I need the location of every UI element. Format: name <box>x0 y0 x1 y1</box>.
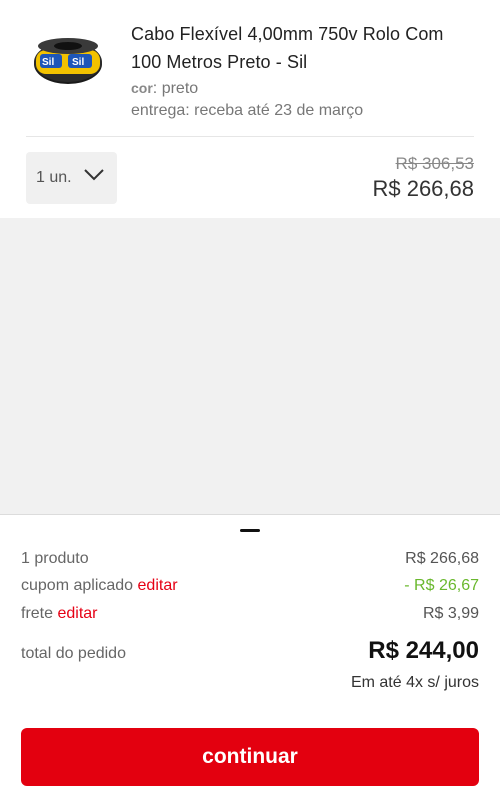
cable-roll-icon[interactable]: Sil Sil <box>30 32 106 92</box>
color-key: cor <box>131 80 153 96</box>
product-color: cor: preto <box>131 77 471 100</box>
delivery-estimate: entrega: receba até 23 de março <box>131 102 364 119</box>
products-label: 1 produto <box>21 550 89 567</box>
product-title[interactable]: Cabo Flexível 4,00mm 750v Rolo Com 100 M… <box>131 20 471 76</box>
edit-coupon-link[interactable]: editar <box>138 577 178 594</box>
chevron-down-icon <box>84 169 104 181</box>
coupon-value: - R$ 26,67 <box>404 577 479 594</box>
installments-note: Em até 4x s/ juros <box>350 674 479 691</box>
current-price: R$ 266,68 <box>372 176 474 201</box>
edit-shipping-link[interactable]: editar <box>57 605 97 622</box>
quantity-select[interactable]: 1 un. <box>26 152 117 204</box>
svg-text:Sil: Sil <box>42 57 54 68</box>
quantity-value: 1 un. <box>36 169 72 186</box>
summary-total-row: total do pedido R$ 244,00 <box>21 637 479 665</box>
color-value: : preto <box>152 80 199 97</box>
cart-item-card: Sil Sil Cabo Flexível 4,00mm 750v Rolo C… <box>0 0 500 218</box>
summary-shipping-row: frete editar R$ 3,99 <box>21 605 479 623</box>
coupon-label-group: cupom aplicado editar <box>21 577 178 595</box>
shipping-label-group: frete editar <box>21 605 98 623</box>
summary-coupon-row: cupom aplicado editar - R$ 26,67 <box>21 577 479 595</box>
drag-handle[interactable] <box>240 529 260 532</box>
shipping-label: frete <box>21 605 54 622</box>
original-price: R$ 306,53 <box>395 154 474 173</box>
coupon-label: cupom aplicado <box>21 577 134 594</box>
summary-products-row: 1 produto R$ 266,68 <box>21 550 479 568</box>
order-summary-panel: 1 produto R$ 266,68 cupom aplicado edita… <box>0 514 500 788</box>
total-value: R$ 244,00 <box>368 637 479 664</box>
total-label: total do pedido <box>21 645 126 662</box>
products-value: R$ 266,68 <box>405 550 479 567</box>
shipping-value: R$ 3,99 <box>422 605 479 622</box>
svg-text:Sil: Sil <box>72 57 84 68</box>
continue-button[interactable]: continuar <box>21 728 479 786</box>
divider <box>26 136 474 137</box>
